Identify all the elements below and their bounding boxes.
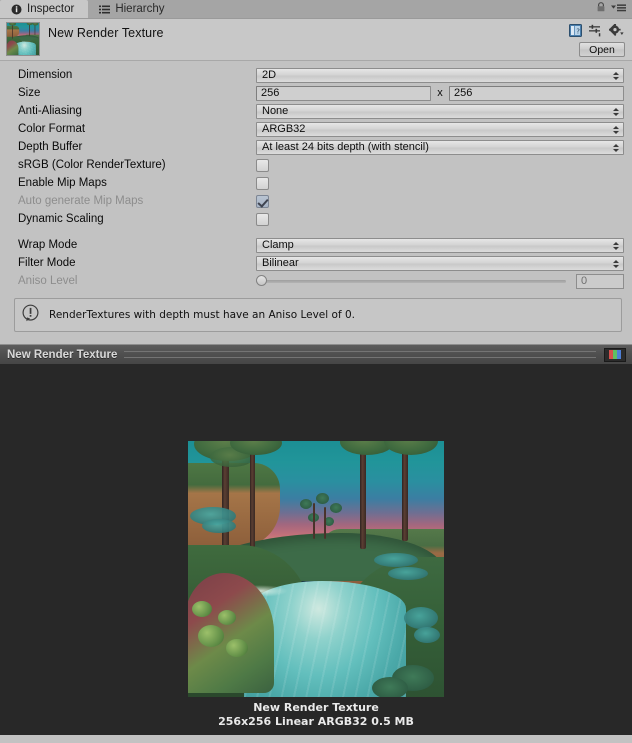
slider-track — [256, 280, 566, 283]
preview-footer: New Render Texture 256x256 Linear ARGB32… — [0, 701, 632, 729]
aniso-level-value-input: 0 — [576, 274, 624, 289]
dropdown-dimension[interactable]: 2D — [256, 68, 624, 83]
preview-footer-info: 256x256 Linear ARGB32 0.5 MB — [0, 715, 632, 729]
preview-footer-name: New Render Texture — [0, 701, 632, 715]
label-auto-generate-mip-maps: Auto generate Mip Maps — [18, 195, 256, 207]
object-header-actions: ? — [569, 24, 624, 40]
object-header: New Render Texture ? — [0, 19, 632, 61]
dropdown-color-format-value: ARGB32 — [262, 123, 305, 135]
dropdown-anti-aliasing-value: None — [262, 105, 288, 117]
chevron-updown-icon — [613, 142, 619, 154]
dropdown-filter-mode-value: Bilinear — [262, 257, 299, 269]
row-dimension: Dimension 2D — [0, 66, 632, 84]
row-srgb: sRGB (Color RenderTexture) — [0, 156, 632, 174]
tab-inspector[interactable]: Inspector — [0, 0, 88, 18]
label-anti-aliasing: Anti-Aliasing — [18, 105, 256, 117]
label-srgb: sRGB (Color RenderTexture) — [18, 159, 256, 171]
tab-bar-actions — [596, 2, 632, 18]
page-title: New Render Texture — [48, 26, 164, 40]
checkbox-dynamic-scaling[interactable] — [256, 213, 269, 226]
size-width-input[interactable]: 256 — [256, 86, 431, 101]
row-dynamic-scaling: Dynamic Scaling — [0, 210, 632, 228]
chevron-updown-icon — [613, 240, 619, 252]
label-dynamic-scaling: Dynamic Scaling — [18, 213, 256, 225]
slider-handle — [256, 275, 267, 286]
tab-hierarchy[interactable]: Hierarchy — [88, 0, 178, 18]
checkbox-enable-mip-maps[interactable] — [256, 177, 269, 190]
chevron-updown-icon — [613, 258, 619, 270]
render-texture-thumbnail[interactable] — [6, 22, 40, 56]
chevron-updown-icon — [613, 70, 619, 82]
label-dimension: Dimension — [18, 69, 256, 81]
size-separator: x — [431, 87, 449, 99]
preview-title: New Render Texture — [7, 349, 117, 361]
preview-header-bar: New Render Texture — [0, 344, 632, 364]
preset-sliders-icon[interactable] — [589, 24, 602, 40]
row-wrap-mode: Wrap Mode Clamp — [0, 236, 632, 254]
gear-dropdown-icon[interactable] — [609, 24, 624, 40]
row-enable-mip-maps: Enable Mip Maps — [0, 174, 632, 192]
dropdown-filter-mode[interactable]: Bilinear — [256, 256, 624, 271]
label-aniso-level: Aniso Level — [18, 275, 256, 287]
label-depth-buffer: Depth Buffer — [18, 141, 256, 153]
panel-tab-bar: Inspector Hierarchy — [0, 0, 632, 19]
dropdown-wrap-mode-value: Clamp — [262, 239, 294, 251]
dropdown-color-format[interactable]: ARGB32 — [256, 122, 624, 137]
properties-panel: Dimension 2D Size 256 x 256 Anti-Aliasin… — [0, 61, 632, 344]
tab-hierarchy-label: Hierarchy — [115, 3, 164, 15]
warning-exclamation-icon — [21, 304, 40, 326]
dropdown-depth-buffer[interactable]: At least 24 bits depth (with stencil) — [256, 140, 624, 155]
render-texture-preview-image[interactable] — [188, 441, 444, 697]
hierarchy-list-icon — [98, 3, 110, 15]
warning-help-box: RenderTextures with depth must have an A… — [14, 298, 622, 332]
preview-body: New Render Texture 256x256 Linear ARGB32… — [0, 364, 632, 735]
checkbox-srgb[interactable] — [256, 159, 269, 172]
dropdown-depth-buffer-value: At least 24 bits depth (with stencil) — [262, 141, 429, 153]
checkbox-auto-generate-mip-maps — [256, 195, 269, 208]
tab-inspector-label: Inspector — [27, 3, 74, 15]
row-color-format: Color Format ARGB32 — [0, 120, 632, 138]
dropdown-dimension-value: 2D — [262, 69, 276, 81]
lock-icon[interactable] — [596, 2, 606, 16]
info-circle-icon — [10, 3, 22, 15]
row-filter-mode: Filter Mode Bilinear — [0, 254, 632, 272]
dropdown-wrap-mode[interactable]: Clamp — [256, 238, 624, 253]
chevron-updown-icon — [613, 124, 619, 136]
size-height-input[interactable]: 256 — [449, 86, 624, 101]
section-separator — [0, 228, 632, 236]
open-button[interactable]: Open — [579, 42, 625, 57]
row-size: Size 256 x 256 — [0, 84, 632, 102]
row-depth-buffer: Depth Buffer At least 24 bits depth (wit… — [0, 138, 632, 156]
label-wrap-mode: Wrap Mode — [18, 239, 256, 251]
help-book-icon[interactable]: ? — [569, 24, 582, 40]
chevron-updown-icon — [613, 106, 619, 118]
preview-rule-divider — [124, 351, 596, 358]
dropdown-anti-aliasing[interactable]: None — [256, 104, 624, 119]
warning-message: RenderTextures with depth must have an A… — [49, 309, 355, 321]
label-color-format: Color Format — [18, 123, 256, 135]
svg-text:?: ? — [576, 27, 580, 35]
label-size: Size — [18, 87, 256, 99]
row-auto-generate-mip-maps: Auto generate Mip Maps — [0, 192, 632, 210]
row-anti-aliasing: Anti-Aliasing None — [0, 102, 632, 120]
rgb-channel-icon[interactable] — [604, 348, 626, 362]
row-aniso-level: Aniso Level 0 — [0, 272, 632, 290]
hamburger-menu-icon[interactable] — [611, 2, 626, 16]
aniso-level-slider: 0 — [256, 274, 624, 289]
label-enable-mip-maps: Enable Mip Maps — [18, 177, 256, 189]
label-filter-mode: Filter Mode — [18, 257, 256, 269]
